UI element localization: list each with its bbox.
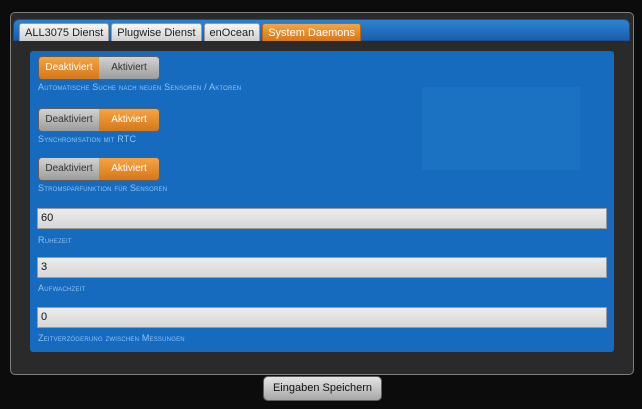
power-saving-deaktiviert-option[interactable]: Deaktiviert [39,158,99,180]
panel-shade [422,87,580,170]
tab-all3075-dienst[interactable]: ALL3075 Dienst [19,23,110,41]
rtc-sync-aktiviert-option[interactable]: Aktiviert [99,109,159,131]
rest-time-input[interactable]: 60 [37,208,607,229]
power-saving-aktiviert-option[interactable]: Aktiviert [99,158,159,180]
power-saving-toggle[interactable]: Deaktiviert Aktiviert [38,157,160,181]
rtc-sync-deaktiviert-option[interactable]: Deaktiviert [39,109,99,131]
measure-delay-input[interactable]: 0 [37,307,607,328]
auto-search-deaktiviert-option[interactable]: Deaktiviert [39,57,99,79]
tab-system-daemons[interactable]: System Daemons [262,23,362,41]
tab-enocean[interactable]: enOcean [203,23,261,41]
auto-search-label: Automatische Suche nach neuen Sensoren /… [38,82,242,92]
wake-time-input[interactable]: 3 [37,257,607,278]
rest-time-label: Ruhezeit [38,235,72,245]
auto-search-aktiviert-option[interactable]: Aktiviert [99,57,159,79]
measure-delay-label: Zeitverzögerung zwischen Messungen [38,333,185,343]
save-button[interactable]: Eingaben Speichern [263,376,382,401]
rtc-sync-label: Synchronisation mit RTC [38,134,137,144]
wake-time-label: Aufwachzeit [38,283,86,293]
power-saving-label: Stromsparfunktion für Sensoren [38,183,168,193]
auto-search-toggle[interactable]: Deaktiviert Aktiviert [38,56,160,80]
tab-plugwise-dienst[interactable]: Plugwise Dienst [111,23,202,41]
tab-list: ALL3075 Dienst Plugwise Dienst enOcean S… [19,23,363,41]
rtc-sync-toggle[interactable]: Deaktiviert Aktiviert [38,108,160,132]
